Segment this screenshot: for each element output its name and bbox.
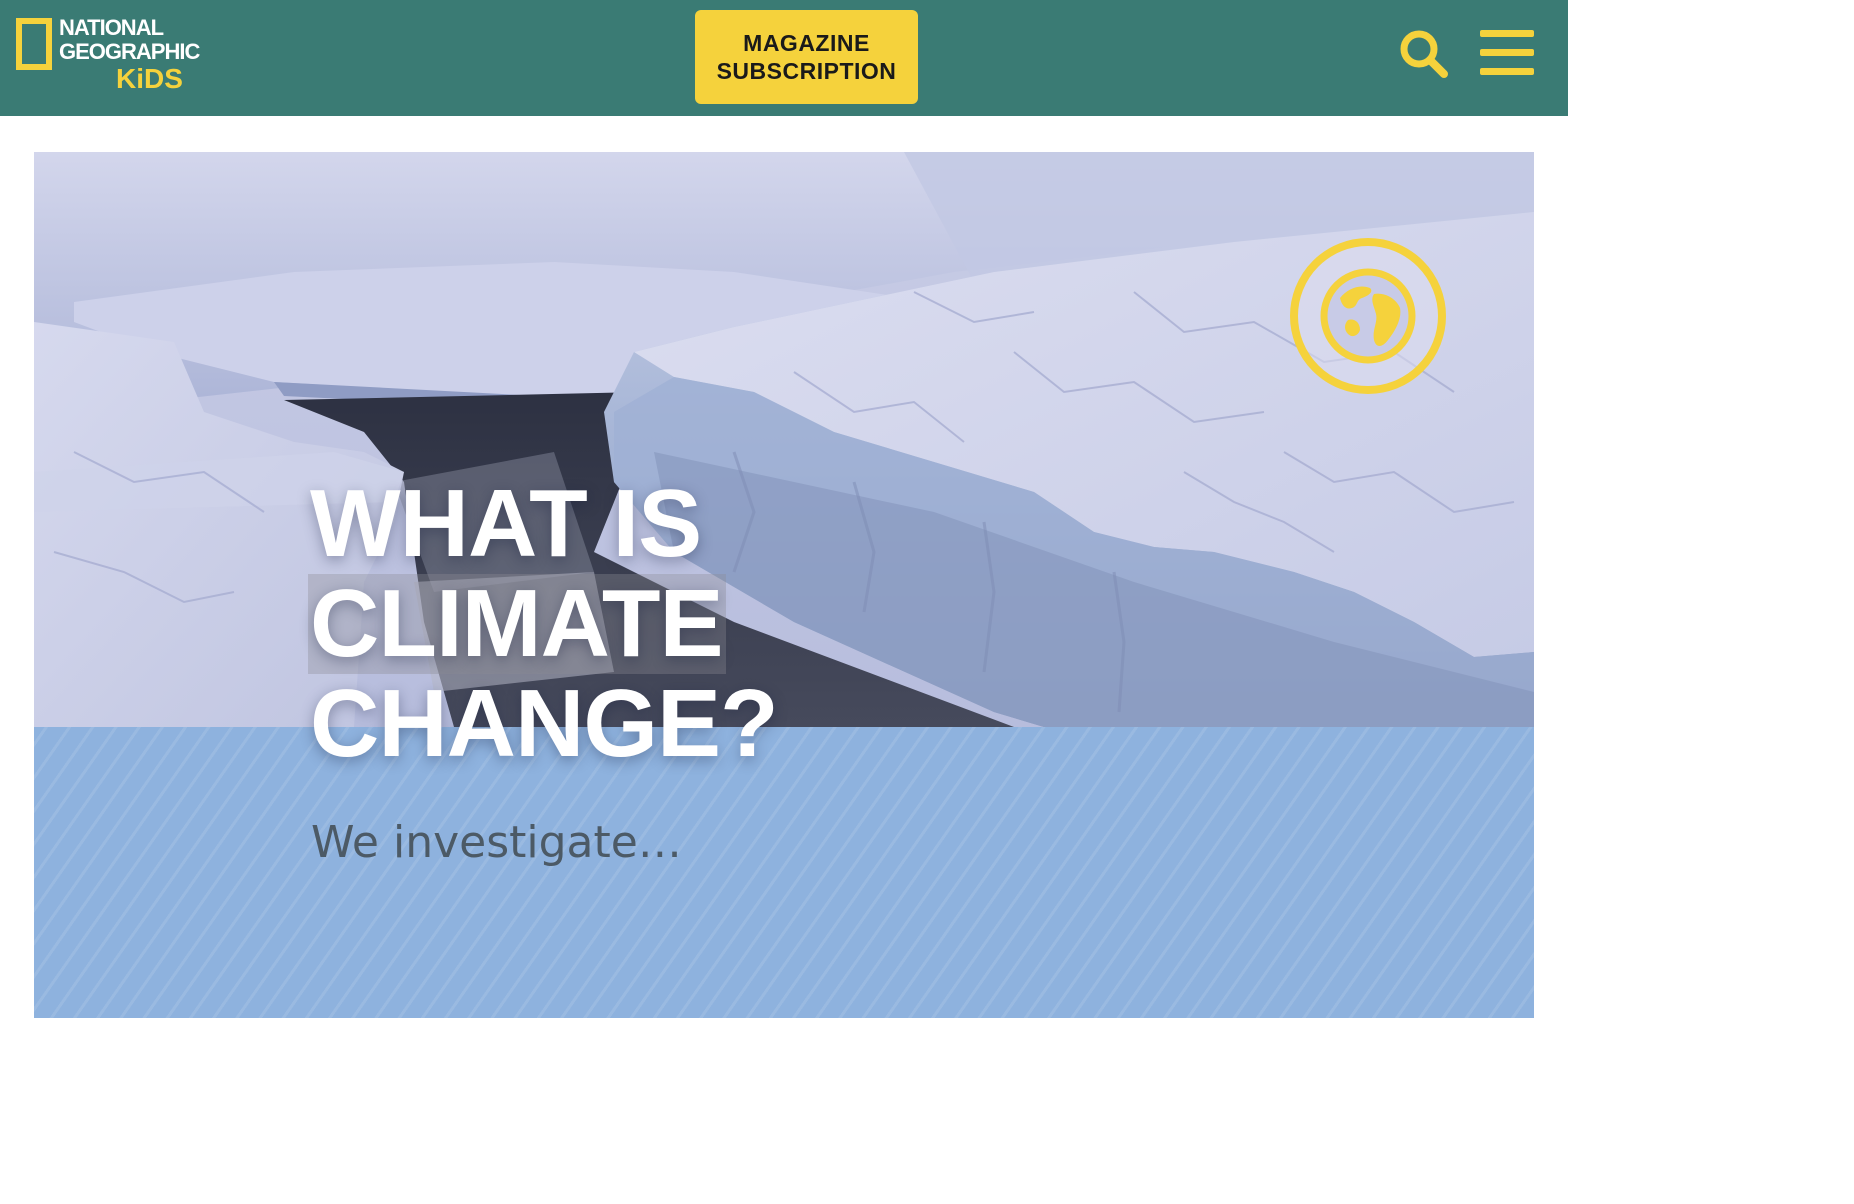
natgeo-yellow-frame-icon — [16, 18, 52, 70]
logo-line-national: NATIONAL — [59, 15, 164, 40]
logo-line-geographic: GEOGRAPHIC — [59, 39, 200, 64]
page-subtitle: We investigate… — [311, 817, 682, 868]
title-line-1: WHAT IS — [310, 470, 702, 577]
logo-line-kids: KiDS — [116, 63, 183, 94]
title-line-2: CLIMATE — [308, 574, 727, 674]
page-title: WHAT IS CLIMATE CHANGE? — [308, 470, 779, 777]
title-line-3: CHANGE? — [310, 670, 779, 777]
hero-banner: WHAT IS CLIMATE CHANGE? We investigate… — [34, 152, 1534, 1018]
logo-wordmark: NATIONAL GEOGRAPHIC — [59, 15, 200, 64]
hamburger-menu-icon[interactable] — [1480, 30, 1534, 76]
globe-icon — [1288, 236, 1448, 396]
natgeo-kids-logo[interactable]: NATIONAL GEOGRAPHIC KiDS — [16, 16, 216, 96]
search-icon[interactable] — [1398, 28, 1450, 80]
hero-blue-band — [34, 727, 1534, 1018]
site-header: NATIONAL GEOGRAPHIC KiDS MAGAZINE SUBSCR… — [0, 0, 1568, 116]
magazine-subscription-button[interactable]: MAGAZINE SUBSCRIPTION — [695, 10, 918, 104]
